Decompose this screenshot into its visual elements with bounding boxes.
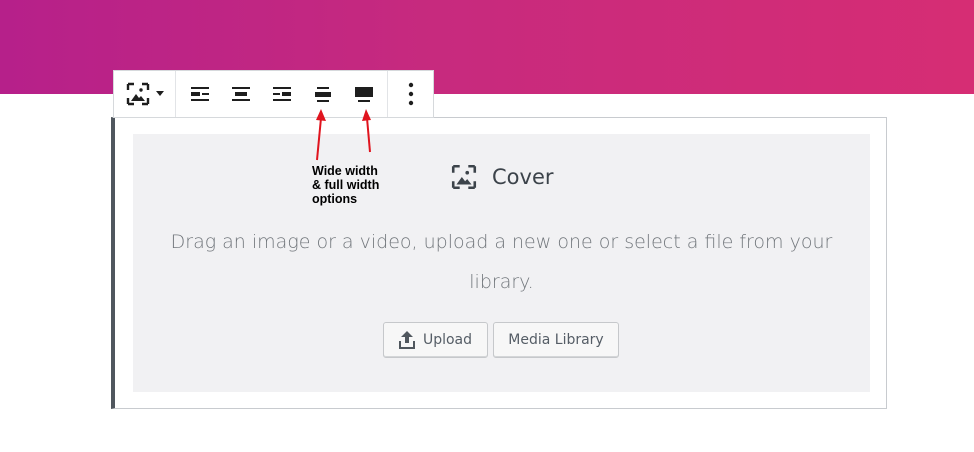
upload-button[interactable]: Upload (383, 322, 488, 358)
upload-icon (398, 331, 415, 349)
annotation-line-3: options (312, 192, 358, 206)
placeholder-instructions: Drag an image or a video, upload a new o… (170, 231, 833, 293)
annotation-callout: Wide width & full width options (312, 164, 422, 206)
block-type-group (114, 71, 176, 117)
block-type-switcher[interactable] (125, 81, 164, 107)
more-options-button[interactable] (393, 76, 429, 112)
more-vertical-icon (408, 82, 413, 106)
align-wide-icon (315, 87, 331, 102)
annotation-line-2: & full width (312, 178, 380, 192)
more-options-group (388, 71, 433, 117)
placeholder-header: Cover (450, 160, 554, 194)
align-center-button[interactable] (223, 76, 259, 112)
align-left-button[interactable] (182, 76, 218, 112)
align-full-button[interactable] (346, 76, 382, 112)
alignment-group (176, 71, 388, 117)
align-wide-button[interactable] (305, 76, 341, 112)
upload-label: Upload (422, 332, 473, 348)
media-library-button[interactable]: Media Library (493, 322, 619, 358)
media-library-label: Media Library (508, 332, 604, 348)
placeholder-title: Cover (492, 165, 554, 189)
block-toolbar (113, 70, 434, 118)
cover-image-icon (126, 82, 150, 106)
align-center-icon (232, 87, 250, 101)
caret-down-icon (156, 91, 164, 96)
align-right-button[interactable] (264, 76, 300, 112)
align-left-icon (191, 87, 209, 101)
align-right-icon (273, 87, 291, 101)
annotation-line-1: Wide width (312, 164, 378, 178)
cover-image-icon (451, 164, 477, 190)
align-full-icon (355, 87, 373, 102)
